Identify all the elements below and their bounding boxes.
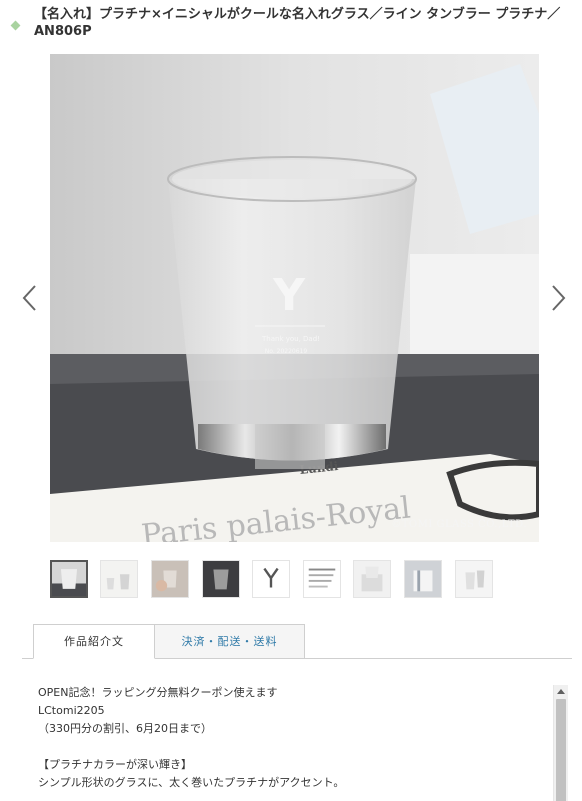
scroll-up-icon[interactable] <box>557 689 565 694</box>
thumb-glass-table[interactable] <box>100 560 138 598</box>
thumb-glass-box[interactable] <box>353 560 391 598</box>
product-title: 【名入れ】プラチナ×イニシャルがクールな名入れグラス／ライン タンブラー プラチ… <box>34 7 561 39</box>
description-line: 【プラチナカラーが深い輝き】 <box>38 758 192 771</box>
description-panel[interactable]: OPEN記念！ラッピング分無料クーポン使えます LCtomi2205 （330円… <box>22 677 572 801</box>
scroll-thumb[interactable] <box>556 699 566 801</box>
description-line: LCtomi2205 <box>38 704 105 717</box>
thumb-glass-dark[interactable] <box>202 560 240 598</box>
chevron-right-icon <box>552 285 566 311</box>
thumb-font-sample[interactable] <box>303 560 341 598</box>
thumb-glass-light[interactable] <box>455 560 493 598</box>
prev-image-button[interactable] <box>18 282 42 314</box>
description-line <box>38 738 538 756</box>
thumb-glass-front[interactable] <box>50 560 88 598</box>
thumbnail-strip <box>50 560 500 600</box>
chevron-left-icon <box>22 285 36 311</box>
description-scrollbar[interactable] <box>553 685 568 801</box>
main-product-image: Paris palais-Royal Lundi Y Thank you, Da… <box>50 54 539 542</box>
thumb-glass-hand[interactable] <box>151 560 189 598</box>
description-line: （330円分の割引、6月20日まで） <box>38 722 212 735</box>
thumb-initial-sample[interactable] <box>252 560 290 598</box>
tab-payment-shipping[interactable]: 決済・配送・送料 <box>155 624 305 659</box>
engraving-initial: Y <box>272 270 306 321</box>
engraving-message: Thank you, Dad! <box>261 335 320 343</box>
tab-description[interactable]: 作品紹介文 <box>33 624 155 659</box>
copyright-text: ©TOMI GLASS CO.,LTD. <box>391 519 527 530</box>
thumb-gift-box[interactable] <box>404 560 442 598</box>
description-text: OPEN記念！ラッピング分無料クーポン使えます LCtomi2205 （330円… <box>38 684 538 792</box>
diamond-bullet-icon <box>10 20 21 31</box>
main-image-illustration: Paris palais-Royal Lundi Y Thank you, Da… <box>50 54 539 542</box>
next-image-button[interactable] <box>546 282 570 314</box>
engraving-date: No. 20220619 <box>265 348 308 355</box>
description-line: シンプル形状のグラスに、太く巻いたプラチナがアクセント。 <box>38 776 345 789</box>
description-line: OPEN記念！ラッピング分無料クーポン使えます <box>38 686 278 699</box>
